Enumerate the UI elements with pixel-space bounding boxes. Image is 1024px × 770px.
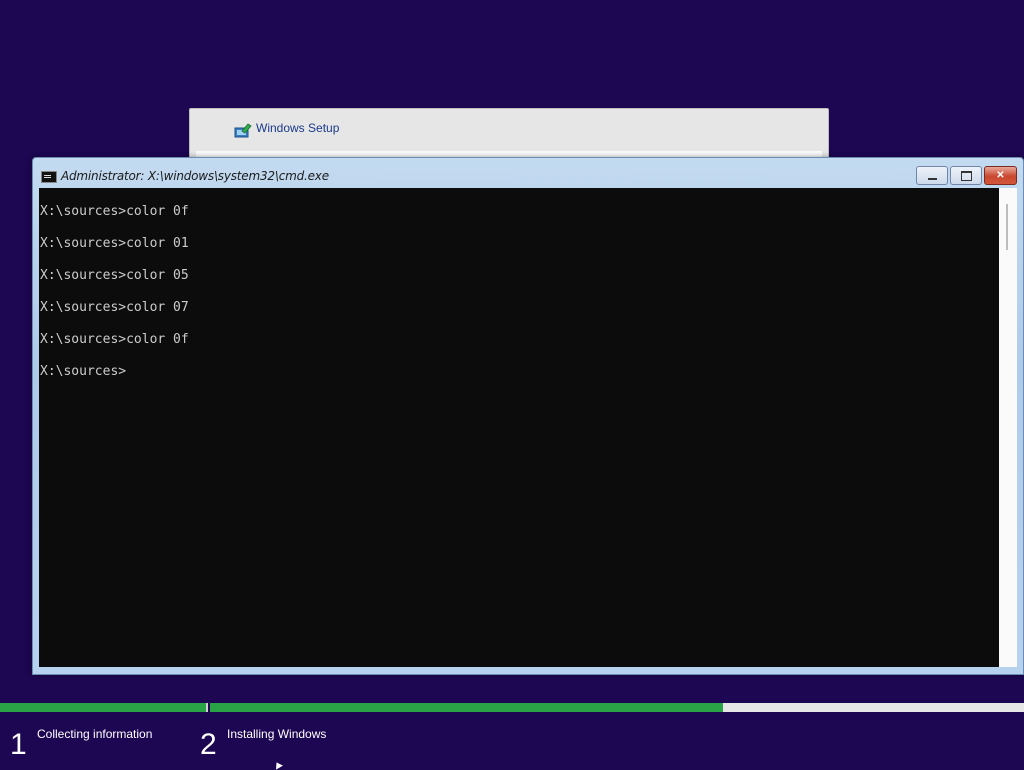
console-line: X:\sources>color 07 (40, 300, 189, 315)
progress-segment-collecting (0, 703, 208, 712)
cmd-titlebar[interactable]: Administrator: X:\windows\system32\cmd.e… (33, 158, 1023, 188)
step-label: Installing Windows (227, 727, 327, 741)
close-button[interactable]: ✕ (984, 166, 1017, 185)
maximize-button[interactable] (950, 166, 982, 185)
setup-progress-bar (0, 703, 1024, 712)
progress-fill-installing (210, 703, 723, 712)
progress-segment-installing (210, 703, 1024, 712)
console-line: X:\sources>color 0f (40, 204, 189, 219)
mouse-cursor-icon (273, 760, 283, 770)
console-line: X:\sources>color 0f (40, 332, 189, 347)
console-lines: X:\sources>color 0f X:\sources>color 01 … (40, 204, 189, 396)
scroll-thumb[interactable] (1006, 204, 1008, 250)
cmd-window[interactable]: Administrator: X:\windows\system32\cmd.e… (32, 157, 1024, 675)
console-output[interactable]: X:\sources>color 0f X:\sources>color 01 … (39, 188, 999, 667)
cmd-window-title: Administrator: X:\windows\system32\cmd.e… (61, 169, 329, 183)
vertical-scrollbar[interactable] (999, 188, 1017, 667)
caption-buttons: ✕ (916, 166, 1017, 185)
console-line: X:\sources>color 05 (40, 268, 189, 283)
minimize-button[interactable] (916, 166, 948, 185)
cmd-icon (41, 171, 57, 183)
step-number: 2 (200, 728, 217, 761)
minimize-icon (927, 177, 937, 180)
console-prompt-line[interactable]: X:\sources> (40, 364, 189, 396)
step-label: Collecting information (37, 727, 153, 741)
console-line: X:\sources>color 01 (40, 236, 189, 251)
step-number: 1 (10, 728, 27, 761)
setup-icon (234, 123, 252, 138)
maximize-icon (960, 170, 972, 181)
close-icon: ✕ (996, 170, 1005, 181)
setup-window-title: Windows Setup (256, 121, 340, 135)
